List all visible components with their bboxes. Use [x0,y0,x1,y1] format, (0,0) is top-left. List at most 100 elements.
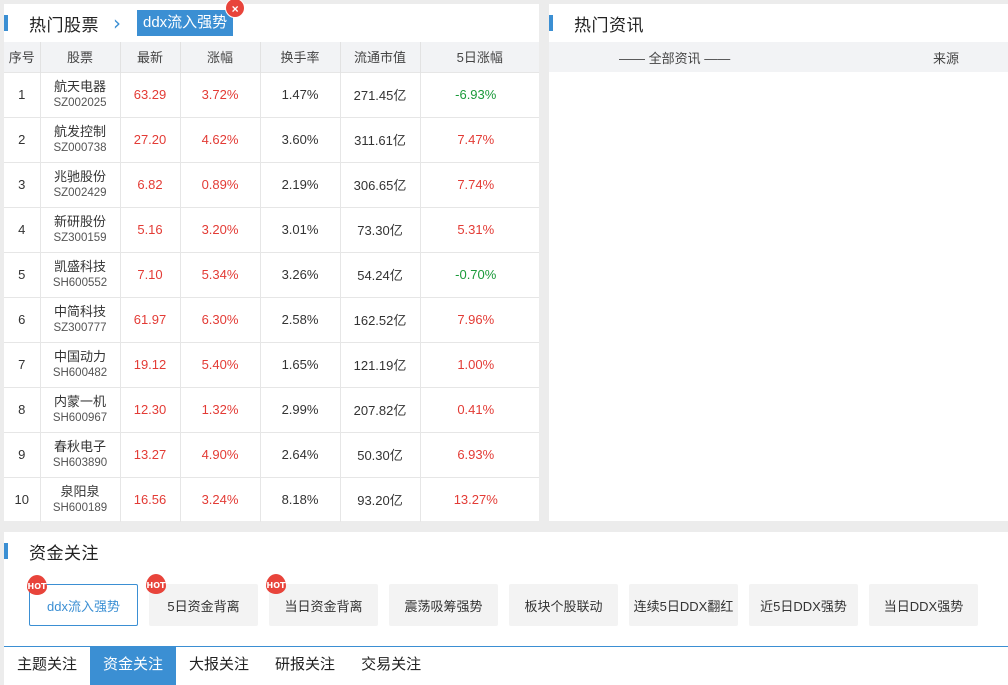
table-row[interactable]: 1 航天电器 SZ002025 63.29 3.72% 1.47% 271.45亿 -6.93… [4,71,539,117]
close-icon[interactable]: × [225,0,246,18]
strategy-tag[interactable]: HOT ddx流入强势 [27,575,138,626]
market-cap-cell: 306.65亿 [340,161,421,207]
strategy-tag[interactable]: 震荡吸筹强势 [389,584,498,626]
table-row[interactable]: 5 凯盛科技 SH600552 7.10 5.34% 3.26% 54.24亿 -0.70% [4,251,539,297]
table-row[interactable]: 7 中国动力 SH600482 19.12 5.40% 1.65% 121.19亿 1.00% [4,341,539,387]
stock-code: SZ002025 [53,96,107,109]
hot-news-panel: 热门资讯 —— 全部资讯 —— 来源 [549,4,1008,521]
row-index: 7 [4,341,41,387]
strategy-tag[interactable]: HOT 当日资金背离 [266,574,378,626]
stock-cell[interactable]: 泉阳泉 SH600189 [40,476,121,522]
table-row[interactable]: 3 兆驰股份 SZ002429 6.82 0.89% 2.19% 306.65亿 7.74% [4,161,539,207]
price-cell: 5.16 [120,206,181,252]
stock-name[interactable]: 泉阳泉 [41,483,120,501]
row-index: 3 [4,161,41,207]
col-header-price[interactable]: 最新 [120,42,181,72]
strategy-tag-label: 当日资金背离 [284,598,363,614]
hot-stocks-title[interactable]: 热门股票 [29,11,99,36]
stock-code: SZ300777 [53,321,107,334]
change-cell: 3.24% [180,476,261,522]
change5-cell: 13.27% [420,476,539,522]
stock-cell[interactable]: 兆驰股份 SZ002429 [40,161,121,207]
col-header-change[interactable]: 涨幅 [180,42,261,72]
stock-table: 序号 股票 最新 涨幅 换手率 流通市值 5日涨幅 1 航天电器 SZ002025 6… [4,42,539,522]
stock-name[interactable]: 新研股份 [41,213,120,231]
stock-cell[interactable]: 内蒙一机 SH600967 [40,386,121,432]
stock-cell[interactable]: 中国动力 SH600482 [40,341,121,387]
tab-2[interactable]: 资金关注 [90,647,177,685]
table-row[interactable]: 8 内蒙一机 SH600967 12.30 1.32% 2.99% 207.82亿 0.41% [4,386,539,432]
stock-cell[interactable]: 航发控制 SZ000738 [40,116,121,162]
accent-bar [549,15,553,31]
stock-code: SZ002429 [53,186,107,199]
strategy-tag-label: 当日DDX强势 [883,598,964,614]
strategy-tag[interactable]: 当日DDX强势 [869,584,978,626]
table-row[interactable]: 10 泉阳泉 SH600189 16.56 3.24% 8.18% 93.20亿 13.27% [4,476,539,522]
hot-news-title[interactable]: 热门资讯 [574,11,644,36]
strategy-tag[interactable]: 连续5日DDX翻红 [629,584,738,626]
change5-cell: 7.96% [420,296,539,342]
hot-badge-icon: HOT [24,575,50,597]
change-cell: 4.62% [180,116,261,162]
strategy-tag[interactable]: 板块个股联动 [509,584,618,626]
filter-tag-label: ddx流入强势 [143,14,228,31]
stock-name[interactable]: 航天电器 [41,78,120,96]
tab-5[interactable]: 交易关注 [348,647,434,685]
market-cap-cell: 121.19亿 [340,341,421,387]
change-cell: 6.30% [180,296,261,342]
strategy-tag[interactable]: HOT 5日资金背离 [146,574,258,626]
col-header-turnover[interactable]: 换手率 [260,42,341,72]
row-index: 1 [4,71,41,117]
stock-cell[interactable]: 凯盛科技 SH600552 [40,251,121,297]
stock-name[interactable]: 内蒙一机 [41,393,120,411]
price-cell: 6.82 [120,161,181,207]
strategy-tag-row: HOT ddx流入强势 HOT 5日资金背离 HOT 当日资金背离 震荡吸筹强势 板块个股联动… [27,574,978,626]
hot-badge-text: HOT [146,581,166,590]
stock-code: SH600482 [52,366,108,379]
row-index: 5 [4,251,41,297]
stock-code: SH600967 [52,411,108,424]
hot-badge-icon: HOT [143,574,169,596]
table-row[interactable]: 6 中简科技 SZ300777 61.97 6.30% 2.58% 162.52亿 7.96% [4,296,539,342]
hot-stocks-header: 热门股票 › ddx流入强势 × [4,0,539,42]
stock-code: SZ000738 [53,141,107,154]
table-row[interactable]: 2 航发控制 SZ000738 27.20 4.62% 3.60% 311.61亿 7.47% [4,116,539,162]
stock-cell[interactable]: 春秋电子 SH603890 [40,431,121,477]
strategy-tag[interactable]: 近5日DDX强势 [749,584,858,626]
fund-focus-title: 资金关注 [29,543,99,563]
stock-cell[interactable]: 新研股份 SZ300159 [40,206,121,252]
hot-stocks-panel: 热门股票 › ddx流入强势 × 序号 股票 最新 涨幅 换手率 流通市值 5日… [4,0,539,522]
tab-1[interactable]: 主题关注 [4,647,90,685]
stock-name[interactable]: 中简科技 [41,303,120,321]
stock-code: SH603890 [52,456,108,469]
row-index: 9 [4,431,41,477]
price-cell: 13.27 [120,431,181,477]
table-row[interactable]: 4 新研股份 SZ300159 5.16 3.20% 3.01% 73.30亿 5.31% [4,206,539,252]
row-index: 4 [4,206,41,252]
table-row[interactable]: 9 春秋电子 SH603890 13.27 4.90% 2.64% 50.30亿 6.93% [4,431,539,477]
filter-tag-ddx[interactable]: ddx流入强势 × [137,0,246,36]
stock-name[interactable]: 兆驰股份 [41,168,120,186]
col-header-index: 序号 [4,42,41,72]
market-cap-cell: 73.30亿 [340,206,421,252]
turnover-cell: 1.47% [260,71,341,117]
col-header-market-cap[interactable]: 流通市值 [340,42,421,72]
col-header-5day-change[interactable]: 5日涨幅 [420,42,539,72]
change5-cell: 1.00% [420,341,539,387]
tab-4[interactable]: 研报关注 [262,647,348,685]
stock-cell[interactable]: 中简科技 SZ300777 [40,296,121,342]
stock-name[interactable]: 中国动力 [41,348,120,366]
stock-name[interactable]: 航发控制 [41,123,120,141]
change-cell: 3.72% [180,71,261,117]
row-index: 2 [4,116,41,162]
stock-name[interactable]: 凯盛科技 [41,258,120,276]
news-col-all: —— 全部资讯 —— [619,50,731,66]
stock-table-body: 1 航天电器 SZ002025 63.29 3.72% 1.47% 271.45亿 -6.93… [4,71,539,522]
stock-name[interactable]: 春秋电子 [41,438,120,456]
stock-cell[interactable]: 航天电器 SZ002025 [40,71,121,117]
tab-3[interactable]: 大报关注 [176,647,262,685]
strategy-tag-label: ddx流入强势 [47,598,120,614]
strategy-tag-label: 震荡吸筹强势 [404,598,483,614]
strategy-tag-label: 5日资金背离 [167,598,240,614]
change5-cell: 0.41% [420,386,539,432]
